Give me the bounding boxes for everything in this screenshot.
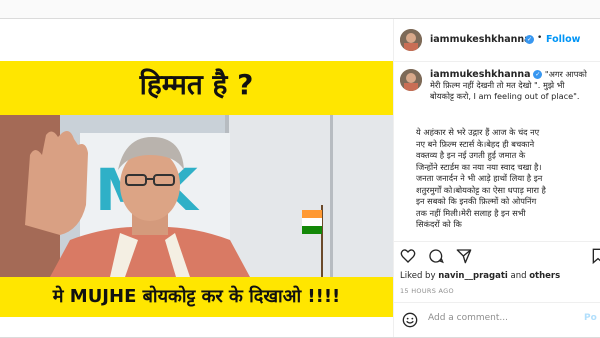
post-media[interactable]: हिम्मत है ? MK [0, 19, 393, 337]
post-side-panel: iammukeshkhanna ✓ • Follow iammukeshkhan… [394, 19, 600, 337]
likes-text: Liked by navin__pragati and others [400, 271, 560, 281]
paragraph-line: नए बने फ़िल्म स्टार्स के।बेहद ही बचकाने [416, 138, 535, 149]
likes-conj: and [510, 271, 527, 281]
paragraph-line: तक नहीं मिली।मेरी सलाह है इन सभी [416, 207, 526, 218]
comment-username[interactable]: iammukeshkhanna [430, 69, 531, 80]
header-separator: • [537, 33, 543, 43]
emoji-icon[interactable] [402, 312, 418, 328]
follow-button[interactable]: Follow [546, 34, 580, 45]
bookmark-icon[interactable] [590, 248, 600, 264]
comment-input[interactable]: Add a comment... [428, 313, 508, 323]
post-card: हिम्मत है ? MK [0, 18, 600, 338]
paragraph-line: शतुरमुर्गों को।बोयकोट्ट का ऐसा धपाड़ मार… [416, 184, 546, 195]
header-username[interactable]: iammukeshkhanna [430, 34, 531, 45]
paragraph-line: जनता जनार्दन ने भी आड़े हाथों लिया है इन [416, 173, 543, 183]
avatar-image [400, 29, 422, 51]
paragraph-line: ये अहंकार से भरे उद्गार हैं आज के चंद नए [416, 127, 540, 137]
photo: MK [0, 115, 393, 277]
action-bar [394, 241, 600, 268]
likes-prefix: Liked by [400, 271, 436, 281]
paragraph-line: वक्तव्य है इन नई उगती हुई जमात के [416, 150, 526, 160]
comment-icon[interactable] [428, 248, 444, 264]
share-icon[interactable] [456, 248, 472, 264]
comment-line-2: मेरी फ़िल्म नहीं देखनी तो मत देखो ". मुझ… [430, 80, 565, 90]
paragraph-line: इन सबको कि इनकी फ़िल्मों को ओपनिंग [416, 196, 537, 206]
likes-others-link[interactable]: others [529, 271, 560, 281]
avatar[interactable] [400, 29, 422, 51]
media-caption: मे MUJHE बोयकोट्ट कर के दिखाओ !!!! [52, 286, 341, 307]
comment-paragraph: ये अहंकार से भरे उद्गार हैं आज के चंद नए… [416, 127, 600, 247]
verified-icon: ✓ [525, 35, 534, 44]
post-comment-button[interactable]: Po [584, 313, 597, 323]
photo-illustration: MK [0, 115, 393, 277]
comment-line-1: "अगर आपको [544, 69, 587, 79]
post-header: iammukeshkhanna ✓ • Follow [394, 19, 600, 62]
paragraph-line: सिकंदरों को कि [416, 219, 462, 229]
comment-line-3: बोयकोट्ट करो, I am feeling out of place"… [430, 91, 580, 101]
likes-user-link[interactable]: navin__pragati [438, 271, 508, 281]
heart-icon[interactable] [400, 248, 416, 264]
post-timestamp[interactable]: 15 HOURS AGO [400, 287, 454, 295]
comment-avatar[interactable] [400, 69, 422, 91]
paragraph-line: जिन्होंने स्टार्डम का नया नया स्वाद चखा … [416, 161, 542, 172]
media-headline: हिम्मत है ? [139, 68, 254, 101]
comment-avatar-image [400, 69, 422, 91]
comment-verified-icon: ✓ [533, 70, 543, 79]
comment-bar: Add a comment... Po [394, 302, 600, 338]
comment-text: iammukeshkhanna ✓ "अगर आपको मेरी फ़िल्म … [430, 69, 598, 102]
